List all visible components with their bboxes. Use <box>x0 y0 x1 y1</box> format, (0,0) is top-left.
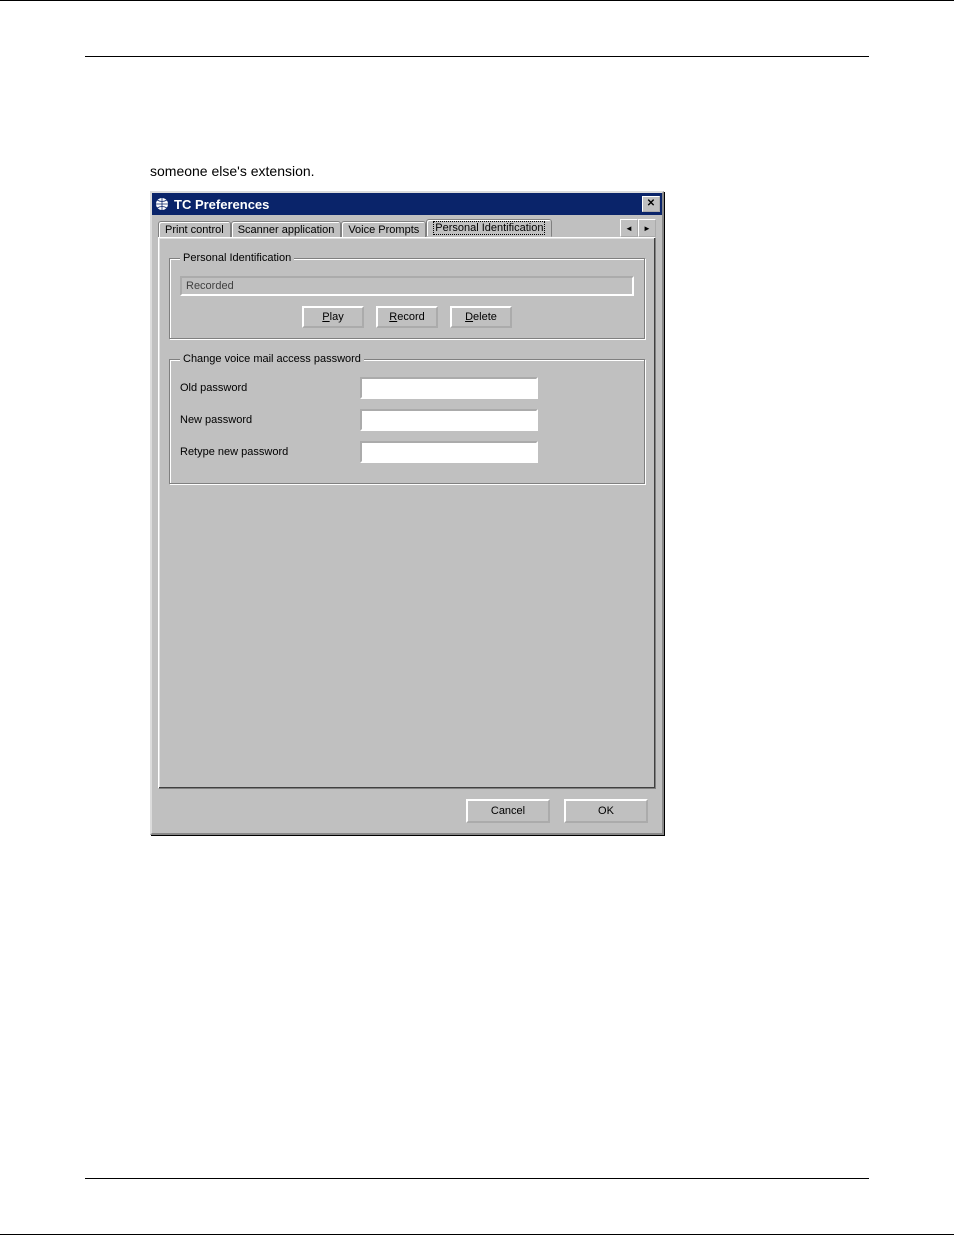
group-change-password-legend: Change voice mail access password <box>180 353 364 365</box>
ok-button[interactable]: OK <box>564 799 648 823</box>
close-icon: ✕ <box>647 199 655 209</box>
intro-text: someone else's extension. <box>150 163 315 179</box>
tab-personal-identification[interactable]: Personal Identification <box>426 219 552 237</box>
tab-scanner-application[interactable]: Scanner application <box>231 221 342 238</box>
dialog-title: TC Preferences <box>174 197 642 212</box>
group-change-password: Change voice mail access password Old pa… <box>169 353 645 484</box>
old-password-input[interactable] <box>360 377 538 399</box>
tab-strip: Print control Scanner application Voice … <box>152 215 662 237</box>
chevron-left-icon: ◄ <box>625 224 633 233</box>
delete-button[interactable]: Delete <box>450 306 512 328</box>
play-accel: P <box>322 311 329 323</box>
titlebar: TC Preferences ✕ <box>152 193 662 215</box>
globe-icon <box>154 196 170 212</box>
close-button[interactable]: ✕ <box>642 196 660 212</box>
tab-voice-prompts[interactable]: Voice Prompts <box>341 221 426 238</box>
personal-id-status: Recorded <box>180 276 634 296</box>
new-password-label: New password <box>180 414 360 426</box>
tab-scroll-left[interactable]: ◄ <box>620 219 638 237</box>
tab-panel-personal-identification: Personal Identification Recorded Play Re… <box>158 237 656 789</box>
chevron-right-icon: ► <box>643 224 651 233</box>
tab-print-control[interactable]: Print control <box>158 221 231 238</box>
page-divider-bottom <box>85 1178 869 1179</box>
tab-print-control-label: Print control <box>165 224 224 236</box>
group-personal-identification-legend: Personal Identification <box>180 252 294 264</box>
delete-accel: D <box>465 311 473 323</box>
record-accel: R <box>389 311 397 323</box>
tab-personal-identification-label: Personal Identification <box>433 221 545 235</box>
group-personal-identification: Personal Identification Recorded Play Re… <box>169 252 645 339</box>
tc-preferences-dialog: TC Preferences ✕ Print control Scanner a… <box>150 191 664 835</box>
tab-voice-prompts-label: Voice Prompts <box>348 224 419 236</box>
cancel-button[interactable]: Cancel <box>466 799 550 823</box>
retype-password-input[interactable] <box>360 441 538 463</box>
record-rest: ecord <box>397 311 425 323</box>
tab-scroll-right[interactable]: ► <box>638 219 656 237</box>
play-button[interactable]: Play <box>302 306 364 328</box>
old-password-label: Old password <box>180 382 360 394</box>
new-password-input[interactable] <box>360 409 538 431</box>
record-button[interactable]: Record <box>376 306 438 328</box>
tab-scanner-application-label: Scanner application <box>238 224 335 236</box>
retype-password-label: Retype new password <box>180 446 360 458</box>
play-rest: lay <box>330 311 344 323</box>
delete-rest: elete <box>473 311 497 323</box>
page-divider-top <box>85 56 869 57</box>
